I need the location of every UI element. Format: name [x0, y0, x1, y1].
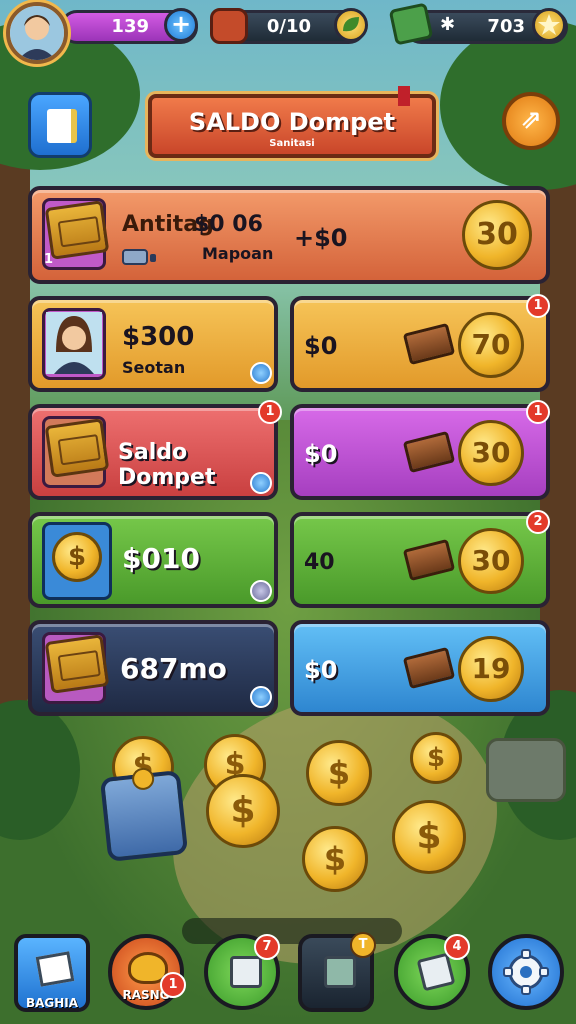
offer-price: 40	[304, 550, 335, 575]
cash-add-button[interactable]	[532, 8, 566, 42]
nav-trade-button[interactable]: 4	[394, 934, 470, 1010]
leaf-icon	[343, 17, 359, 32]
check-icon	[250, 472, 272, 494]
gold-coin-icon[interactable]: 30	[458, 528, 524, 594]
featured-price: +$0	[294, 224, 348, 252]
page-subtitle: Sanitasi	[269, 138, 315, 149]
star-icon	[538, 14, 560, 35]
catalog-book-button[interactable]	[28, 92, 92, 158]
sparkle-icon: ✱	[440, 14, 456, 35]
floating-coin-icon[interactable]: $	[306, 740, 372, 806]
offer-card-green[interactable]: 40 30	[290, 512, 550, 608]
player-counter-value: 139	[111, 16, 149, 37]
gold-coin-icon[interactable]: 30	[458, 420, 524, 486]
meat-counter-value: 0/10	[266, 16, 311, 37]
box-icon	[35, 951, 75, 987]
offer-price: $0	[304, 332, 338, 360]
notification-badge: 1	[258, 400, 282, 424]
wood-bar-icon	[402, 538, 456, 582]
cash-stack-icon	[388, 2, 434, 46]
offer-price: $0	[304, 440, 338, 468]
wallet-card-red[interactable]: Saldo Dompet	[28, 404, 278, 500]
gold-coin-icon[interactable]: 70	[458, 312, 524, 378]
nav-badge: 1	[160, 972, 186, 998]
corner-count: 1	[44, 252, 54, 267]
character-portrait-icon	[46, 312, 102, 374]
card-icon	[230, 956, 262, 988]
notification-badge: 1	[526, 400, 550, 424]
coin-bank-icon[interactable]	[99, 766, 189, 862]
share-button[interactable]: ⇗	[502, 92, 560, 150]
wallet-card-navy[interactable]: 687mo	[28, 620, 278, 716]
featured-sub: Mapoan	[202, 244, 274, 263]
wood-bar-icon	[402, 322, 456, 366]
check-icon	[250, 362, 272, 384]
nav-badge: T	[350, 932, 376, 958]
wood-bar-icon	[402, 430, 456, 474]
wood-bar-icon	[402, 646, 456, 690]
treasure-chest-icon	[44, 634, 110, 694]
cash-counter-value: 703	[487, 16, 525, 37]
treasure-chest-icon	[44, 200, 110, 260]
avatar-portrait-icon	[10, 6, 64, 60]
treasure-chest-icon	[44, 418, 110, 478]
resource-bar: 139 + 0/10 703 ✱	[0, 0, 576, 64]
offer-price: $0	[304, 656, 338, 684]
yellow-amount: $300	[122, 322, 195, 352]
map-icon	[324, 956, 356, 988]
meat-add-button[interactable]	[334, 8, 368, 42]
nav-settings-button[interactable]	[488, 934, 564, 1010]
banner-flag-icon	[398, 86, 410, 106]
tree-trunk	[0, 150, 30, 710]
offer-card-purple[interactable]: $0 30	[290, 404, 550, 500]
offer-card-blue[interactable]: $0 19	[290, 620, 550, 716]
floating-coin-icon[interactable]: $	[206, 774, 280, 848]
book-icon	[47, 109, 77, 143]
nav-map-button[interactable]: T	[298, 932, 376, 1012]
navy-amount: 687mo	[120, 652, 227, 685]
featured-amount: $0 06	[194, 212, 263, 237]
nav-inventory-label: BAGHIA	[25, 996, 79, 1010]
floating-coin-icon[interactable]: $	[392, 800, 466, 874]
rock	[486, 738, 566, 802]
gold-coin-icon[interactable]: 19	[458, 636, 524, 702]
gem-icon	[250, 580, 272, 602]
player-avatar[interactable]	[6, 2, 68, 64]
wallet-card-featured[interactable]: 1 Antitag $0 06 Mapoan +$0 30	[28, 186, 550, 284]
green-amount: $010	[122, 542, 200, 575]
add-currency-button[interactable]: +	[164, 8, 198, 42]
meat-icon	[210, 8, 248, 44]
nav-racing-button[interactable]: RASNG 1	[108, 934, 186, 1010]
offer-card-yellow[interactable]: $0 70	[290, 296, 550, 392]
nav-cards-button[interactable]: 7	[204, 934, 280, 1010]
notification-badge: 2	[526, 510, 550, 534]
nav-badge: 4	[444, 934, 470, 960]
gold-coin-icon[interactable]: 30	[462, 200, 532, 270]
trade-icon	[416, 952, 456, 992]
check-icon	[250, 686, 272, 708]
dollar-coin-icon: $	[52, 532, 102, 582]
gear-icon	[503, 949, 549, 995]
cart-icon	[122, 249, 156, 265]
floating-coin-icon[interactable]: $	[410, 732, 462, 784]
wallet-card-yellow[interactable]: $300 Seotan	[28, 296, 278, 392]
page-title: SALDO Dompet	[188, 108, 396, 136]
yellow-sub: Seotan	[122, 358, 186, 377]
floating-coin-icon[interactable]: $	[302, 826, 368, 892]
title-banner: SALDO Dompet Sanitasi	[148, 94, 436, 158]
nav-inventory-button[interactable]: BAGHIA	[14, 934, 90, 1012]
notification-badge: 1	[526, 294, 550, 318]
nav-badge: 7	[254, 934, 280, 960]
wallet-card-green[interactable]: $ $010	[28, 512, 278, 608]
